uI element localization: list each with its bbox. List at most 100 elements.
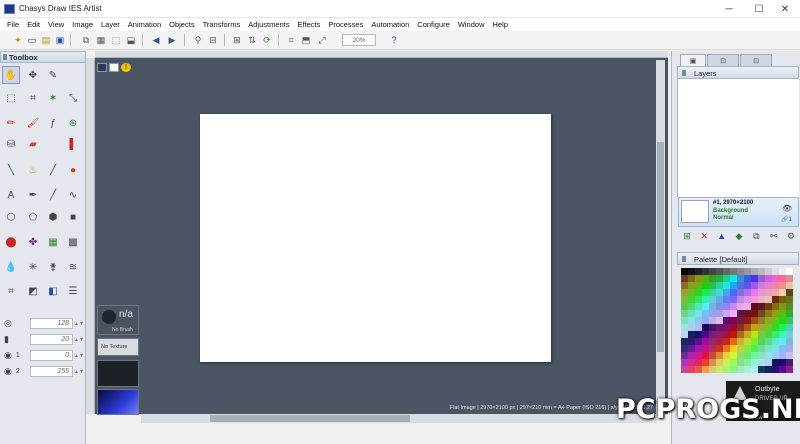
palette-swatch[interactable] <box>716 345 723 352</box>
menu-file[interactable]: File <box>3 20 23 29</box>
eyedropper-tool[interactable]: ✎ <box>44 66 62 84</box>
palette-swatch[interactable] <box>779 282 786 289</box>
palette-swatch[interactable] <box>758 282 765 289</box>
move-tool[interactable]: ✥ <box>24 66 42 84</box>
palette-swatch[interactable] <box>688 296 695 303</box>
view-icon[interactable] <box>97 63 107 72</box>
palette-swatch[interactable] <box>702 317 709 324</box>
palette-swatch[interactable] <box>695 303 702 310</box>
palette-swatch[interactable] <box>765 275 772 282</box>
palette-swatch[interactable] <box>709 345 716 352</box>
palette-swatch[interactable] <box>730 275 737 282</box>
foreground-color-swatch[interactable] <box>97 360 139 387</box>
palette-swatch[interactable] <box>765 268 772 275</box>
merge-icon[interactable]: ⧉ <box>750 231 762 243</box>
palette-swatch[interactable] <box>737 338 744 345</box>
palette-swatch[interactable] <box>681 331 688 338</box>
palette-swatch[interactable] <box>709 303 716 310</box>
transform-tool[interactable]: ⤡ <box>64 89 82 107</box>
palette-swatch[interactable] <box>772 310 779 317</box>
polygon-tool[interactable]: ⬠ <box>24 208 42 226</box>
palette-swatch[interactable] <box>730 310 737 317</box>
palette-swatch[interactable] <box>751 352 758 359</box>
palette-swatch[interactable] <box>681 296 688 303</box>
palette-swatch[interactable] <box>765 345 772 352</box>
palette-swatch[interactable] <box>688 268 695 275</box>
palette-swatch[interactable] <box>709 317 716 324</box>
palette-swatch[interactable] <box>758 366 765 373</box>
palette-swatch[interactable] <box>786 366 793 373</box>
palette-swatch[interactable] <box>786 345 793 352</box>
palette-swatch[interactable] <box>765 331 772 338</box>
palette-swatch[interactable] <box>765 359 772 366</box>
resize-icon[interactable]: ⊟ <box>207 34 219 46</box>
copy-icon[interactable]: ⧉ <box>80 34 92 46</box>
palette-swatch[interactable] <box>779 317 786 324</box>
palette-swatch[interactable] <box>737 359 744 366</box>
palette-swatch[interactable] <box>758 275 765 282</box>
palette-swatch[interactable] <box>716 338 723 345</box>
menu-edit[interactable]: Edit <box>23 20 44 29</box>
palette-swatch[interactable] <box>716 303 723 310</box>
palette-swatch[interactable] <box>716 310 723 317</box>
palette-swatch[interactable] <box>695 275 702 282</box>
palette-swatch[interactable] <box>758 289 765 296</box>
palette-swatch[interactable] <box>730 268 737 275</box>
pen-tool[interactable]: ✒ <box>24 186 42 204</box>
palette-swatch[interactable] <box>709 338 716 345</box>
vertical-scroll-thumb[interactable] <box>657 142 664 352</box>
palette-swatch[interactable] <box>765 289 772 296</box>
palette-swatch[interactable] <box>744 303 751 310</box>
palette-swatch[interactable] <box>716 359 723 366</box>
menu-processes[interactable]: Processes <box>324 20 367 29</box>
opacity-field[interactable]: 20 <box>29 334 73 345</box>
palette-swatch[interactable] <box>702 331 709 338</box>
eraser-block-tool[interactable]: ◧ <box>44 282 62 300</box>
image-canvas[interactable] <box>200 114 551 362</box>
palette-swatch[interactable] <box>779 289 786 296</box>
blend-tool[interactable]: ✤ <box>24 233 42 251</box>
color-mix-swatch[interactable] <box>97 389 139 415</box>
palette-swatch[interactable] <box>709 331 716 338</box>
palette-swatch[interactable] <box>737 289 744 296</box>
help-icon[interactable]: ? <box>388 34 400 46</box>
palette-swatch[interactable] <box>688 338 695 345</box>
menu-automation[interactable]: Automation <box>367 20 413 29</box>
palette-swatch[interactable] <box>779 275 786 282</box>
palette-swatch[interactable] <box>723 345 730 352</box>
pattern-tool[interactable]: ▩ <box>64 233 82 251</box>
palette-swatch[interactable] <box>709 289 716 296</box>
palette-swatch[interactable] <box>702 289 709 296</box>
palette-swatch[interactable] <box>758 303 765 310</box>
effects-tool[interactable]: ƒ <box>44 114 62 132</box>
palette-swatch[interactable] <box>772 331 779 338</box>
palette-swatch[interactable] <box>779 338 786 345</box>
palette-swatch[interactable] <box>758 317 765 324</box>
palette-swatch[interactable] <box>695 282 702 289</box>
new-icon[interactable]: ✦ <box>12 34 24 46</box>
menu-layer[interactable]: Layer <box>97 20 124 29</box>
close-button[interactable]: ✕ <box>770 0 800 18</box>
palette-swatch[interactable] <box>737 282 744 289</box>
stamp-tool[interactable]: ⛁ <box>2 135 20 153</box>
palette-swatch[interactable] <box>688 366 695 373</box>
palette-swatch[interactable] <box>765 324 772 331</box>
palette-swatch[interactable] <box>688 331 695 338</box>
palette-swatch[interactable] <box>751 366 758 373</box>
sharpen-tool[interactable]: ⚵ <box>44 258 62 276</box>
palette-swatch[interactable] <box>786 352 793 359</box>
warp-tool[interactable]: ◩ <box>24 282 42 300</box>
palette-swatch[interactable] <box>772 303 779 310</box>
palette-swatch[interactable] <box>723 317 730 324</box>
info-icon[interactable]: ! <box>121 63 131 72</box>
palette-swatch[interactable] <box>709 359 716 366</box>
palette-swatch[interactable] <box>779 366 786 373</box>
palette-swatch[interactable] <box>758 345 765 352</box>
palette-swatch[interactable] <box>716 324 723 331</box>
palette-swatch[interactable] <box>716 282 723 289</box>
palette-swatch[interactable] <box>681 352 688 359</box>
palette-swatch[interactable] <box>709 282 716 289</box>
palette-swatch[interactable] <box>688 324 695 331</box>
pointer-tool[interactable]: ✋ <box>2 66 20 84</box>
palette-swatch[interactable] <box>695 359 702 366</box>
